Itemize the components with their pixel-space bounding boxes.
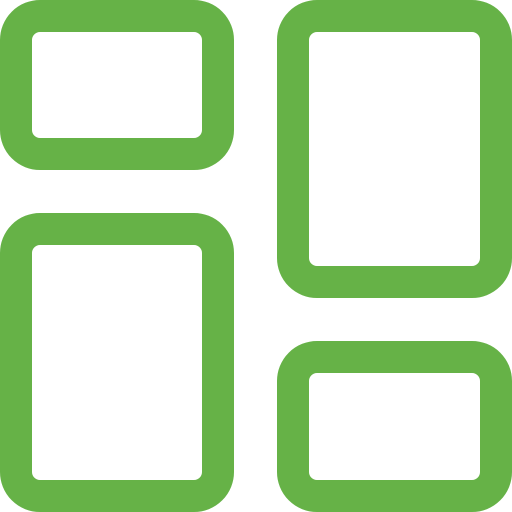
icon-canvas	[0, 0, 512, 512]
tile-bottom-right	[277, 341, 512, 512]
tile-top-left	[0, 0, 234, 170]
tile-bottom-left	[0, 213, 234, 512]
tile-top-right	[277, 0, 512, 298]
dashboard-layout-icon	[0, 0, 512, 512]
